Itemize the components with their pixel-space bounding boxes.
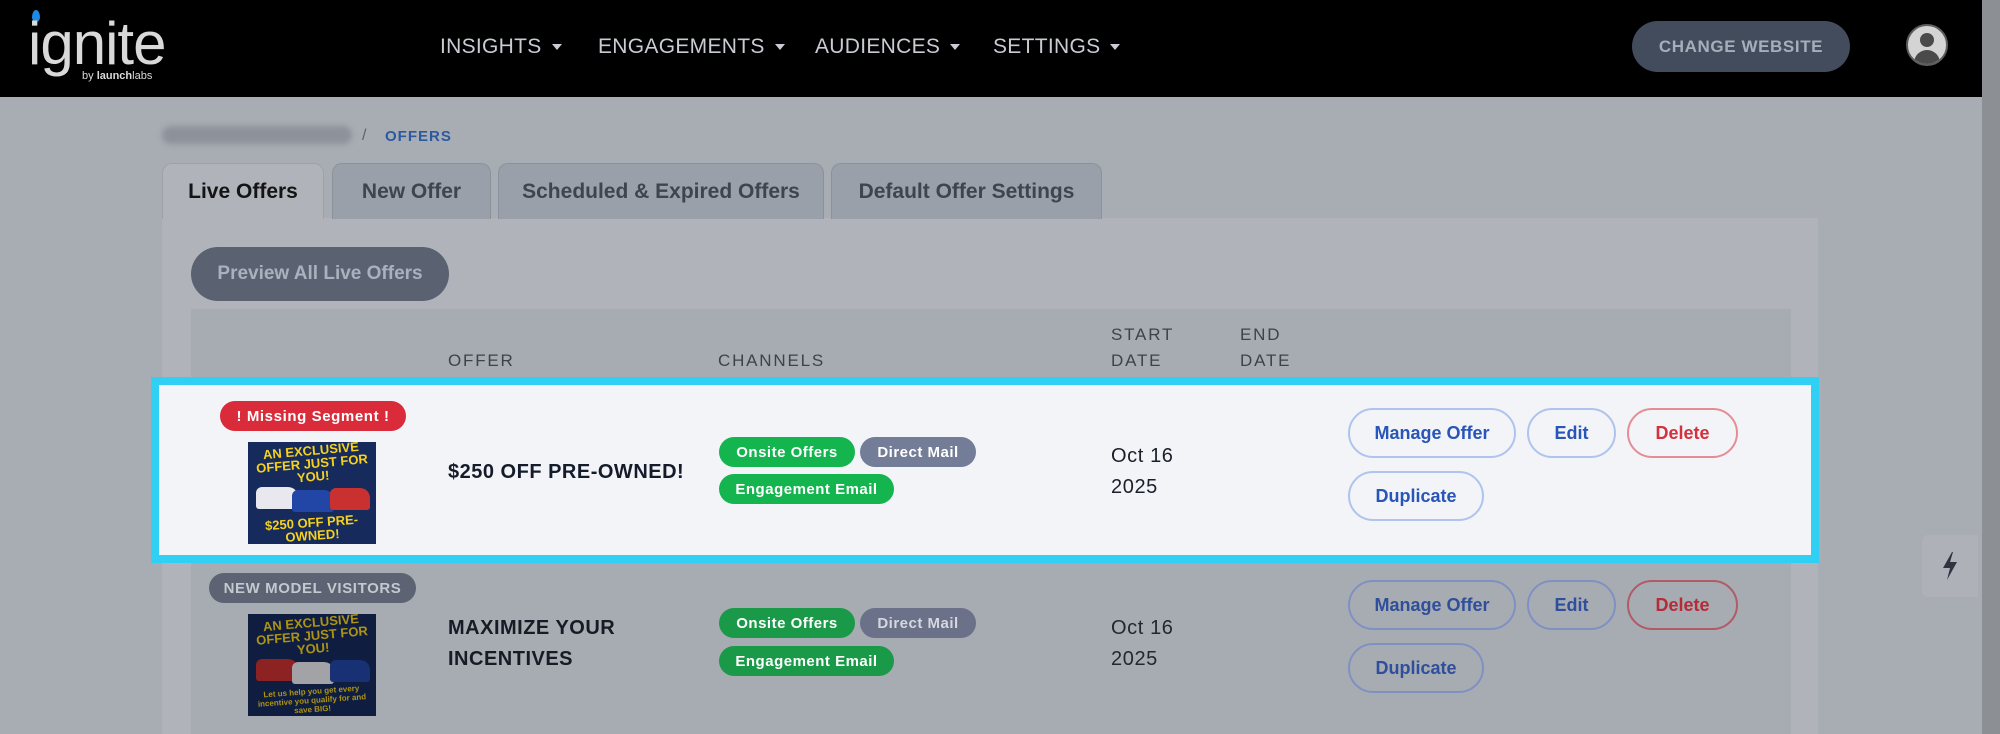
offer-thumbnail[interactable]: AN EXCLUSIVE OFFER JUST FOR YOU! $250 OF… <box>248 442 376 544</box>
ignite-logo[interactable]: ignite by launchlabs <box>28 8 188 88</box>
logo-by-prefix: by <box>82 70 97 82</box>
breadcrumb-site-name-redacted[interactable] <box>162 126 352 144</box>
edit-button[interactable]: Edit <box>1527 580 1616 630</box>
channel-onsite-offers: Onsite Offers <box>719 437 855 467</box>
segment-badge: ! Missing Segment ! <box>220 401 406 431</box>
delete-button[interactable]: Delete <box>1627 580 1738 630</box>
channel-onsite-offers: Onsite Offers <box>719 608 855 638</box>
breadcrumb-separator: / <box>362 127 367 144</box>
tab-default-offer-settings[interactable]: Default Offer Settings <box>831 163 1102 219</box>
offer-title-line1: MAXIMIZE YOUR <box>448 617 616 639</box>
channel-engagement-email: Engagement Email <box>719 646 894 676</box>
channel-direct-mail: Direct Mail <box>860 437 976 467</box>
delete-button[interactable]: Delete <box>1627 408 1738 458</box>
offer-title: MAXIMIZE YOUR INCENTIVES <box>448 613 615 675</box>
manage-offer-button[interactable]: Manage Offer <box>1348 580 1516 630</box>
start-date-day: Oct 16 <box>1111 445 1174 467</box>
manage-offer-button[interactable]: Manage Offer <box>1348 408 1516 458</box>
nav-insights[interactable]: INSIGHTS <box>440 35 562 59</box>
nav-audiences[interactable]: AUDIENCES <box>815 35 961 59</box>
column-header-end-date: END DATE <box>1240 322 1291 374</box>
lightning-bolt-icon <box>1943 552 1957 580</box>
thumbnail-footer: Let us help you get every incentive you … <box>257 683 367 716</box>
start-date-day: Oct 16 <box>1111 617 1174 639</box>
logo-by-bold: launch <box>96 70 133 82</box>
start-date-year: 2025 <box>1111 476 1158 498</box>
caret-down-icon <box>774 44 785 50</box>
duplicate-button[interactable]: Duplicate <box>1348 643 1484 693</box>
column-header-channels: CHANNELS <box>718 351 825 370</box>
quick-actions-tab[interactable] <box>1922 535 1978 597</box>
caret-down-icon <box>1110 44 1121 50</box>
column-header-offer: OFFER <box>448 351 515 370</box>
offer-thumbnail[interactable]: AN EXCLUSIVE OFFER JUST FOR YOU! Let us … <box>248 614 376 716</box>
nav-settings[interactable]: SETTINGS <box>993 35 1121 59</box>
start-date-header-line1: START <box>1111 325 1175 344</box>
channel-engagement-email: Engagement Email <box>719 474 894 504</box>
scrollbar-track[interactable] <box>1982 0 2000 734</box>
end-date-header-line2: DATE <box>1240 351 1292 370</box>
start-date: Oct 16 2025 <box>1111 441 1174 503</box>
end-date-header-line1: END <box>1240 325 1282 344</box>
tab-live-offers[interactable]: Live Offers <box>162 163 324 219</box>
edit-button[interactable]: Edit <box>1527 408 1616 458</box>
top-navbar: ignite by launchlabs INSIGHTS ENGAGEMENT… <box>0 0 1982 97</box>
start-date: Oct 16 2025 <box>1111 613 1174 675</box>
thumbnail-headline: AN EXCLUSIVE OFFER JUST FOR YOU! <box>255 442 369 486</box>
logo-wordmark: ignite <box>28 10 166 77</box>
change-website-button[interactable]: CHANGE WEBSITE <box>1632 21 1850 72</box>
nav-engagements-label: ENGAGEMENTS <box>598 35 765 58</box>
breadcrumb-current[interactable]: OFFERS <box>385 128 452 145</box>
offer-title-line2: INCENTIVES <box>448 648 574 670</box>
thumbnail-footer: $250 OFF PRE-OWNED! <box>264 511 359 544</box>
preview-all-live-offers-button[interactable]: Preview All Live Offers <box>191 247 449 301</box>
logo-by-suffix: labs <box>132 70 153 82</box>
column-header-start-date: START DATE <box>1111 322 1174 374</box>
nav-engagements[interactable]: ENGAGEMENTS <box>598 35 785 59</box>
nav-settings-label: SETTINGS <box>993 35 1101 58</box>
tab-scheduled-expired[interactable]: Scheduled & Expired Offers <box>498 163 824 219</box>
tab-new-offer[interactable]: New Offer <box>332 163 491 219</box>
caret-down-icon <box>950 44 961 50</box>
thumbnail-headline: AN EXCLUSIVE OFFER JUST FOR YOU! <box>255 614 369 658</box>
caret-down-icon <box>551 44 562 50</box>
duplicate-button[interactable]: Duplicate <box>1348 471 1484 521</box>
segment-badge: NEW MODEL VISITORS <box>209 573 416 603</box>
user-circle-icon[interactable] <box>1906 24 1948 66</box>
logo-byline: by launchlabs <box>82 70 152 82</box>
start-date-year: 2025 <box>1111 648 1158 670</box>
start-date-header-line2: DATE <box>1111 351 1163 370</box>
nav-insights-label: INSIGHTS <box>440 35 542 58</box>
offer-title: $250 OFF PRE-OWNED! <box>448 461 685 483</box>
channel-direct-mail: Direct Mail <box>860 608 976 638</box>
nav-audiences-label: AUDIENCES <box>815 35 941 58</box>
